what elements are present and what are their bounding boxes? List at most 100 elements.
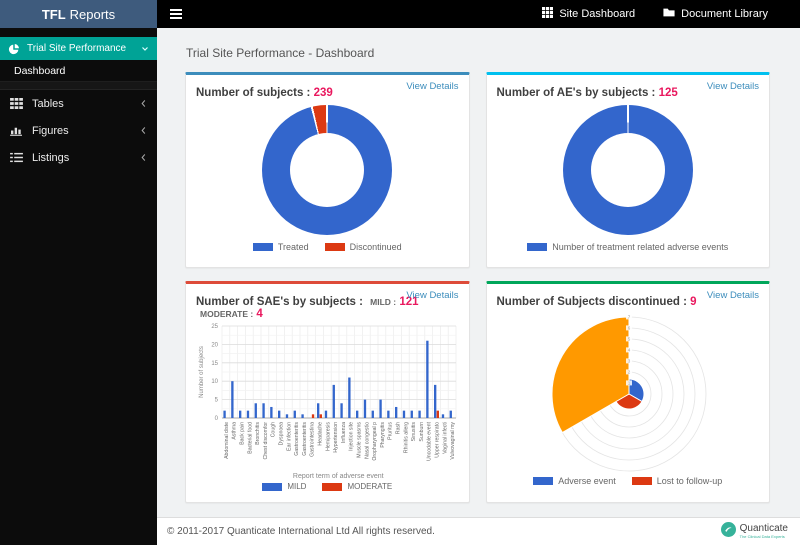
svg-text:Ear infection: Ear infection <box>286 422 292 451</box>
subjects-legend: Treated Discontinued <box>196 242 459 252</box>
svg-text:Hemiparesis: Hemiparesis <box>325 422 331 451</box>
svg-text:Number of subjects: Number of subjects <box>199 346 205 398</box>
panel-saes-by-subjects: View Details Number of SAE's by subjects… <box>185 281 470 503</box>
svg-text:Bronchitis: Bronchitis <box>255 422 261 445</box>
quanticate-logo-text: Quanticate The Clinical Data Experts <box>739 524 788 540</box>
svg-text:Oropharyngeal p: Oropharyngeal p <box>372 422 378 461</box>
svg-text:Rhinitis allerg: Rhinitis allerg <box>403 422 409 453</box>
legend-label: Adverse event <box>558 476 616 486</box>
legend-label: Treated <box>277 242 309 252</box>
svg-text:Nasal congestio: Nasal congestio <box>364 422 370 459</box>
svg-text:Pruritus: Pruritus <box>388 422 394 440</box>
sidebar-item-label: Figures <box>32 124 69 137</box>
legend-item: Adverse event <box>533 476 616 486</box>
topnav-item-label: Document Library <box>681 8 768 20</box>
sidebar-item-tables[interactable]: Tables <box>0 90 157 117</box>
legend-swatch <box>252 243 273 251</box>
app-root: TFL Reports Trial Site Performance Dashb… <box>0 0 800 545</box>
brand: TFL Reports <box>0 0 157 28</box>
breadcrumb: Trial Site Performance - Dashboard <box>186 46 375 60</box>
main-area: Site Dashboard Document Library Trial Si… <box>157 0 800 545</box>
legend-swatch <box>324 243 345 251</box>
legend-label: MODERATE <box>347 482 393 491</box>
svg-text:25: 25 <box>211 324 218 330</box>
footer: © 2011-2017 Quanticate International Ltd… <box>157 517 800 545</box>
view-details-link[interactable]: View Details <box>406 290 458 301</box>
svg-text:Gastroenteritis: Gastroenteritis <box>294 422 300 456</box>
topnav-site-dashboard[interactable]: Site Dashboard <box>542 7 635 21</box>
logo-tagline: The Clinical Data Experts <box>739 534 785 539</box>
top-navbar: Site Dashboard Document Library <box>157 0 800 28</box>
donut-hole <box>590 133 665 207</box>
severity-label-moderate: MODERATE : <box>200 309 254 319</box>
svg-text:Upper respirato: Upper respirato <box>435 422 441 458</box>
svg-text:Muscle spasms: Muscle spasms <box>357 422 363 458</box>
legend-item: Discontinued <box>324 242 402 252</box>
chevron-down-icon <box>141 45 149 53</box>
table-grid-icon <box>10 98 23 109</box>
svg-text:5: 5 <box>215 398 219 404</box>
panel-title-text: Number of AE's by subjects : <box>496 87 656 99</box>
sidebar-divider <box>0 82 157 90</box>
sidebar-menu: Tables Figures Listings <box>0 90 157 171</box>
svg-text:20: 20 <box>211 342 218 348</box>
panel-title-text: Number of Subjects discontinued : <box>496 296 687 308</box>
svg-text:Hypertension: Hypertension <box>333 422 339 453</box>
view-details-link[interactable]: View Details <box>406 81 458 92</box>
subjects-donut-chart <box>262 105 393 235</box>
view-details-link[interactable]: View Details <box>707 290 759 301</box>
panel-title-text: Number of subjects : <box>196 87 311 99</box>
sidebar-item-label: Listings <box>32 151 70 164</box>
list-icon <box>10 152 23 163</box>
sidebar-spacer <box>0 28 157 37</box>
sidebar-item-trial-site-performance[interactable]: Trial Site Performance <box>0 37 157 60</box>
svg-text:Pharyngitis: Pharyngitis <box>380 422 386 448</box>
legend-swatch <box>533 477 554 485</box>
ae-donut-wrap <box>497 105 760 235</box>
sidebar-item-figures[interactable]: Figures <box>0 117 157 144</box>
legend-item: MODERATE <box>322 482 392 491</box>
chevron-left-icon <box>140 99 147 108</box>
svg-text:Rash: Rash <box>396 422 402 434</box>
quanticate-logo: Quanticate The Clinical Data Experts <box>720 521 788 542</box>
panel-aes-by-subjects: View Details Number of AE's by subjects … <box>485 72 770 268</box>
legend-item: Treated <box>252 242 309 252</box>
svg-text:Vulvovaginal my: Vulvovaginal my <box>450 422 456 460</box>
svg-text:Chest discomfor: Chest discomfor <box>263 422 269 460</box>
severity-value-moderate: 4 <box>256 308 263 320</box>
svg-text:0: 0 <box>215 416 219 422</box>
legend-label: Lost to follow-up <box>656 476 723 486</box>
panel-value: 9 <box>690 296 697 308</box>
sae-legend: MILD MODERATE <box>196 482 459 491</box>
sidebar: TFL Reports Trial Site Performance Dashb… <box>0 0 157 545</box>
svg-text:Bacterial food: Bacterial food <box>247 422 253 454</box>
quanticate-logo-icon <box>720 521 736 542</box>
pie-chart-icon <box>8 43 20 55</box>
legend-label: Discontinued <box>349 242 402 252</box>
legend-swatch <box>262 482 283 491</box>
subjects-donut-wrap <box>196 105 459 235</box>
brand-rest: Reports <box>69 6 116 22</box>
sae-bar-chart: 0 5 10 15 20 25 Abdominal diste Asthma Back pain… <box>199 324 457 461</box>
svg-text:Back pain: Back pain <box>240 422 246 445</box>
topnav-right: Site Dashboard Document Library <box>542 7 768 21</box>
menu-toggle-button[interactable] <box>170 9 182 19</box>
view-details-link[interactable]: View Details <box>707 81 759 92</box>
svg-text:10: 10 <box>211 379 218 385</box>
brand-bold: TFL <box>41 6 66 22</box>
ae-donut-chart <box>562 105 693 235</box>
sidebar-item-listings[interactable]: Listings <box>0 144 157 171</box>
legend-label: Number of treatment related adverse even… <box>552 242 729 252</box>
dashboard-grid: View Details Number of subjects : 239 Tr… <box>185 72 770 503</box>
panel-subjects-discontinued: View Details Number of Subjects disconti… <box>485 281 770 503</box>
panel-title-text: Number of SAE's by subjects : <box>196 296 363 308</box>
legend-item: Number of treatment related adverse even… <box>527 242 728 252</box>
legend-swatch <box>631 477 652 485</box>
svg-text:Sunburn: Sunburn <box>419 422 425 442</box>
sidebar-item-dashboard[interactable]: Dashboard <box>0 60 157 82</box>
grid-icon <box>542 7 554 21</box>
svg-text:Headache: Headache <box>318 422 324 446</box>
svg-text:15: 15 <box>211 361 218 367</box>
svg-text:Vaginal infecti: Vaginal infecti <box>442 422 448 454</box>
topnav-document-library[interactable]: Document Library <box>663 7 768 21</box>
